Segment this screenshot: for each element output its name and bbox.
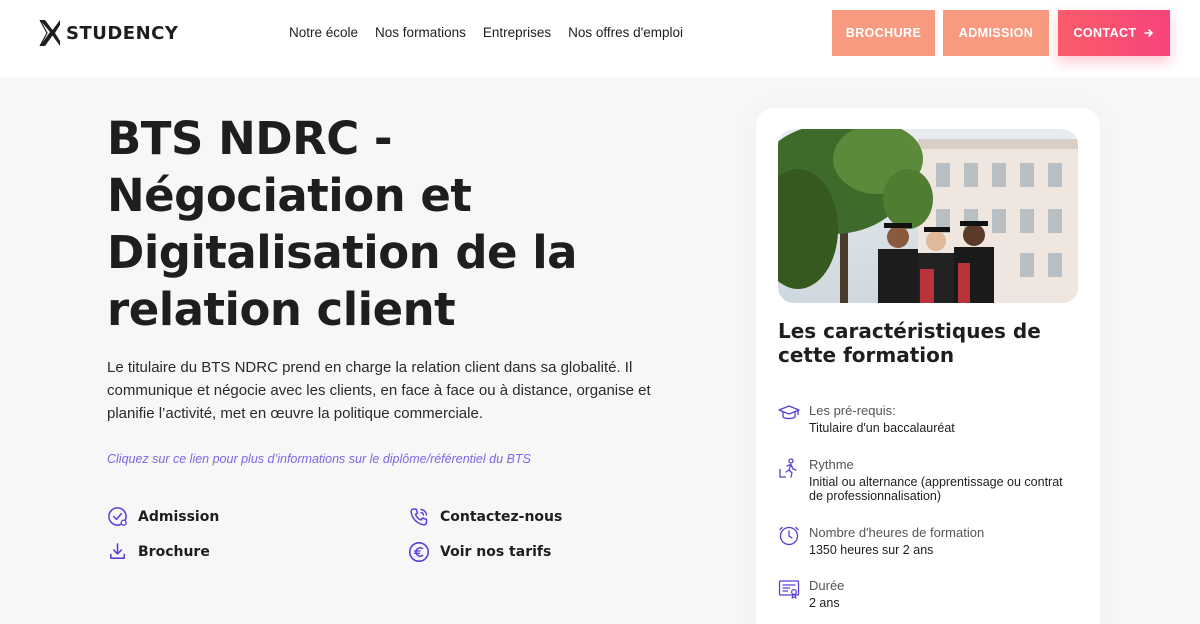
nav-item-notre-ecole[interactable]: Notre école	[289, 25, 358, 40]
hero-description: Le titulaire du BTS NDRC prend en charge…	[107, 359, 651, 422]
brochure-action[interactable]: Brochure	[107, 541, 210, 562]
site-header: STUDENCY Notre école Nos formations Entr…	[0, 0, 1200, 77]
logo-mark-icon	[39, 19, 60, 47]
feature-label: Nombre d'heures de formation	[809, 525, 985, 540]
certificate-icon	[778, 580, 800, 600]
brochure-button[interactable]: BROCHURE	[832, 10, 935, 56]
admission-button-label: ADMISSION	[958, 26, 1034, 40]
contact-button-label: CONTACT	[1073, 26, 1137, 40]
contact-action[interactable]: Contactez-nous	[408, 506, 562, 528]
brochure-action-label: Brochure	[138, 543, 210, 560]
main-nav: Notre école Nos formations Entreprises N…	[289, 25, 683, 40]
logo-text: STUDENCY	[66, 22, 179, 44]
check-circle-icon	[108, 507, 127, 526]
feature-value: Initial ou alternance (apprentissage ou …	[809, 475, 1063, 503]
contact-button[interactable]: CONTACT	[1058, 10, 1170, 56]
admission-action[interactable]: Admission	[107, 506, 219, 527]
training-info-card: Les caractéristiques de cette formation …	[756, 108, 1100, 624]
nav-item-entreprises[interactable]: Entreprises	[483, 25, 551, 40]
graduation-cap-icon	[778, 405, 800, 420]
pricing-action[interactable]: Voir nos tarifs	[408, 541, 551, 563]
contact-action-label: Contactez-nous	[440, 509, 563, 525]
person-rhythm-icon	[779, 458, 797, 478]
feature-prerequisites: Les pré-requis: Titulaire d'un baccalaur…	[778, 402, 1078, 435]
nav-item-offres-emploi[interactable]: Nos offres d'emploi	[568, 25, 683, 40]
clock-icon	[779, 526, 799, 546]
admission-action-label: Admission	[138, 508, 220, 525]
card-title: Les caractéristiques de cette formation	[778, 319, 1041, 367]
feature-label: Rythme	[809, 457, 854, 472]
download-icon	[110, 543, 125, 559]
graduates-photo	[778, 129, 1078, 303]
diploma-info-link[interactable]: Cliquez sur ce lien pour plus d’informat…	[107, 452, 531, 466]
admission-button[interactable]: ADMISSION	[943, 10, 1049, 56]
feature-value: 1350 heures sur 2 ans	[809, 543, 934, 557]
feature-label: Durée	[809, 578, 845, 593]
pricing-action-label: Voir nos tarifs	[440, 544, 552, 560]
brochure-button-label: BROCHURE	[845, 26, 922, 40]
logo[interactable]: STUDENCY	[38, 19, 178, 47]
feature-duration: Durée 2 ans	[778, 577, 1078, 610]
feature-value: 2 ans	[809, 596, 840, 610]
euro-icon	[409, 542, 429, 562]
phone-icon	[410, 508, 428, 526]
feature-rhythm: Rythme Initial ou alternance (apprentiss…	[778, 456, 1078, 503]
nav-item-nos-formations[interactable]: Nos formations	[375, 25, 466, 40]
feature-hours: Nombre d'heures de formation 1350 heures…	[778, 524, 1078, 557]
feature-value: Titulaire d'un baccalauréat	[809, 421, 955, 435]
feature-label: Les pré-requis:	[809, 403, 896, 418]
page-title: BTS NDRC - Négociation et Digitalisation…	[107, 112, 578, 336]
arrow-right-icon	[1144, 29, 1154, 37]
